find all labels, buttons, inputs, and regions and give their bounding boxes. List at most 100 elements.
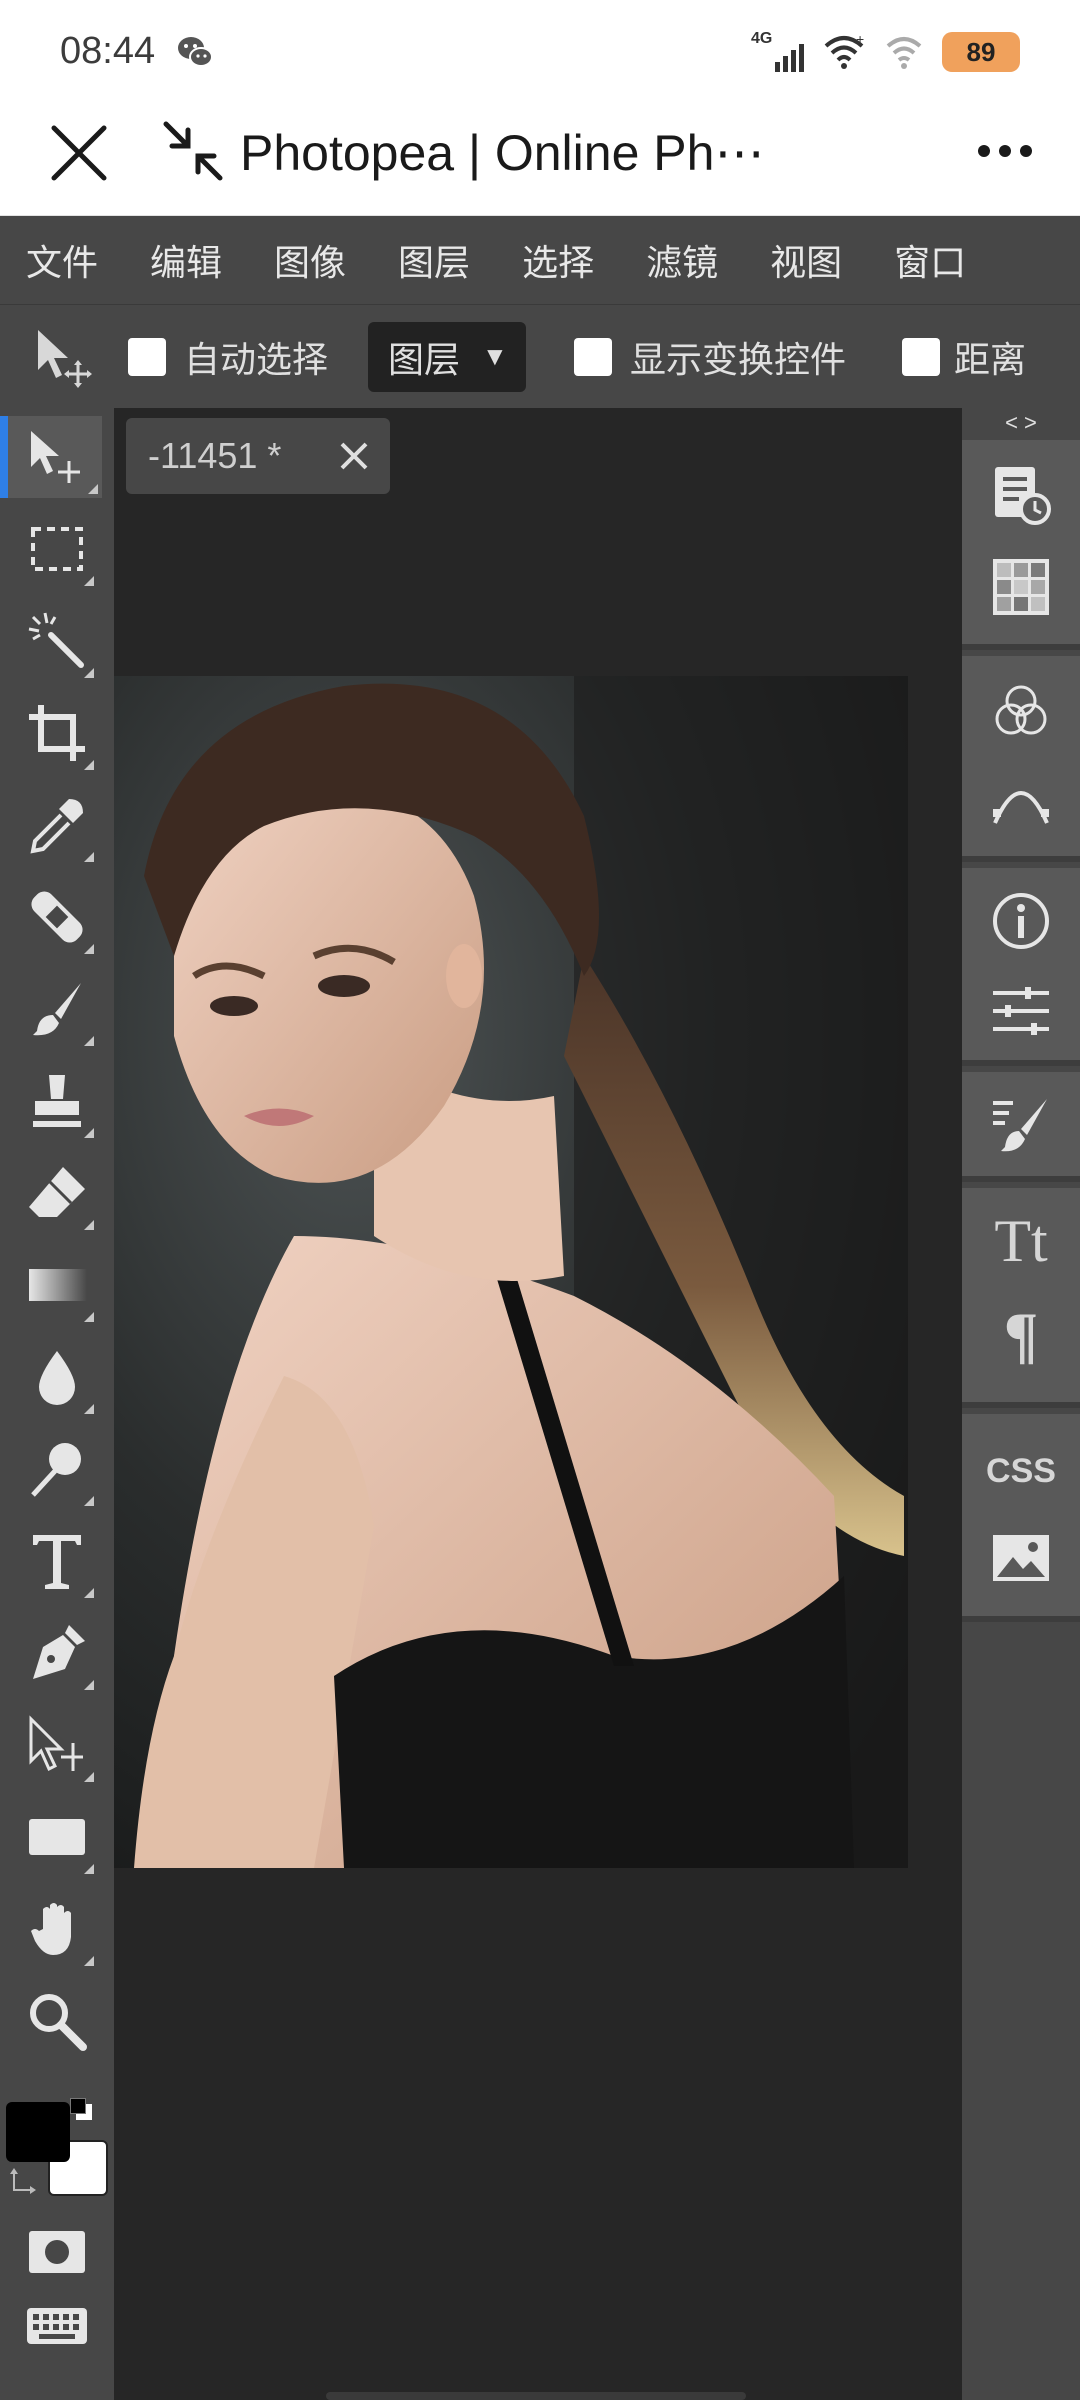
status-time: 08:44 (60, 30, 156, 72)
eraser-tool-button[interactable] (16, 1152, 98, 1234)
character-button[interactable]: Tt (986, 1206, 1056, 1276)
css-button[interactable]: CSS (986, 1436, 1056, 1506)
move-icon (31, 431, 80, 483)
rectangle-icon (29, 1819, 85, 1855)
healing-tool-button[interactable] (16, 876, 98, 958)
title-bar: Photopea | Online Ph⋯ (0, 100, 1080, 216)
zoom-icon (30, 1994, 87, 2051)
magic-wand-icon (28, 612, 84, 668)
more-icon[interactable] (970, 126, 1040, 176)
auto-select-label: 自动选择 (184, 338, 329, 380)
status-bar: 08:44 4G + 89 (0, 0, 1080, 100)
panel-group-6: CSS (962, 1414, 1080, 1622)
menu-image[interactable]: 图像 (274, 234, 346, 286)
path-select-icon (29, 1715, 83, 1772)
default-colors-icon[interactable] (70, 2098, 92, 2120)
blur-tool-button[interactable] (16, 1336, 98, 1418)
brush-tool-button[interactable] (16, 968, 98, 1050)
crop-icon (29, 705, 85, 761)
brush-icon (33, 983, 81, 1036)
canvas-image[interactable] (114, 676, 908, 1868)
document-tab[interactable]: -11451 * (126, 418, 390, 494)
marquee-icon (31, 527, 83, 571)
zoom-tool-button[interactable] (16, 1980, 98, 2062)
panel-group-3 (962, 868, 1080, 1066)
swatches-icon (993, 559, 1049, 615)
workspace: -11451 * (114, 408, 962, 2400)
path-select-tool-button[interactable] (16, 1704, 98, 1786)
shape-tool-button[interactable] (16, 1796, 98, 1878)
keyboard-button[interactable] (16, 2296, 98, 2356)
minimize-icon[interactable] (158, 116, 228, 186)
close-document-icon[interactable] (334, 436, 374, 476)
history-button[interactable] (986, 460, 1056, 530)
distance-checkbox[interactable] (902, 337, 941, 376)
panel-group-1 (962, 440, 1080, 650)
horizontal-scrollbar[interactable] (326, 2392, 746, 2400)
menu-edit[interactable]: 编辑 (150, 234, 222, 286)
image-button[interactable] (986, 1524, 1056, 1594)
menu-window[interactable]: 窗口 (894, 234, 966, 286)
marquee-tool-button[interactable] (16, 508, 98, 590)
paragraph-button[interactable]: ¶ (986, 1299, 1056, 1370)
channels-icon (995, 685, 1047, 735)
color-swatches[interactable] (6, 2098, 110, 2198)
menu-layer[interactable]: 图层 (398, 234, 470, 286)
menu-bar: 文件 编辑 图像 图层 选择 滤镜 视图 窗口 (0, 216, 1080, 304)
gradient-tool-button[interactable] (16, 1244, 98, 1326)
svg-text:+: + (856, 32, 864, 47)
paths-icon (993, 791, 1049, 824)
swap-colors-icon[interactable] (10, 2166, 40, 2196)
keyboard-icon (27, 2308, 87, 2344)
panel-group-5: Tt ¶ (962, 1188, 1080, 1408)
quick-mask-button[interactable] (16, 2222, 98, 2282)
paths-button[interactable] (986, 766, 1056, 836)
stamp-tool-button[interactable] (16, 1060, 98, 1142)
move-tool-icon (28, 322, 98, 392)
stamp-icon (33, 1075, 81, 1127)
pen-tool-button[interactable] (16, 1612, 98, 1694)
info-button[interactable] (986, 886, 1056, 956)
eraser-icon (29, 1167, 85, 1217)
menu-filter[interactable]: 滤镜 (646, 234, 718, 286)
hand-icon (31, 1903, 71, 1955)
crop-tool-button[interactable] (16, 692, 98, 774)
quick-mask-icon (29, 2231, 85, 2273)
layer-select-value: 图层 (388, 338, 461, 380)
foreground-color-swatch[interactable] (6, 2102, 70, 2162)
auto-select-checkbox[interactable] (128, 337, 166, 376)
magic-wand-tool-button[interactable] (16, 600, 98, 682)
menu-file[interactable]: 文件 (26, 234, 98, 286)
close-icon[interactable] (44, 118, 114, 188)
options-bar: 自动选择 图层 ▼ 显示变换控件 距离 (0, 304, 1080, 408)
eyedropper-tool-button[interactable] (16, 784, 98, 866)
wifi-icon (884, 32, 924, 72)
info-icon (993, 893, 1049, 949)
show-transform-checkbox[interactable] (574, 337, 613, 376)
hand-tool-button[interactable] (16, 1888, 98, 1970)
channels-button[interactable] (986, 676, 1056, 746)
toolbar (0, 408, 114, 2400)
page-title: Photopea | Online Ph⋯ (240, 125, 765, 181)
menu-select[interactable]: 选择 (522, 234, 594, 286)
character-icon: Tt (994, 1207, 1048, 1274)
type-tool-button[interactable] (16, 1520, 98, 1602)
dodge-tool-button[interactable] (16, 1428, 98, 1510)
swatches-button[interactable] (986, 552, 1056, 622)
history-icon (995, 467, 1051, 525)
move-tool-button[interactable] (0, 416, 102, 498)
brush-settings-icon (993, 1099, 1047, 1152)
signal-icon: 4G (751, 30, 804, 72)
show-transform-label: 显示变换控件 (630, 338, 847, 380)
collapse-panel-button[interactable]: < > (962, 408, 1080, 438)
dodge-icon (31, 1443, 81, 1497)
pen-icon (33, 1625, 85, 1679)
adjustments-button[interactable] (986, 976, 1056, 1046)
portrait-photo (114, 676, 908, 1868)
menu-view[interactable]: 视图 (770, 234, 842, 286)
image-icon (993, 1535, 1049, 1581)
panel-group-4 (962, 1072, 1080, 1182)
brushes-button[interactable] (986, 1090, 1056, 1160)
drop-icon (39, 1351, 75, 1405)
layer-select-dropdown[interactable]: 图层 ▼ (368, 321, 527, 392)
